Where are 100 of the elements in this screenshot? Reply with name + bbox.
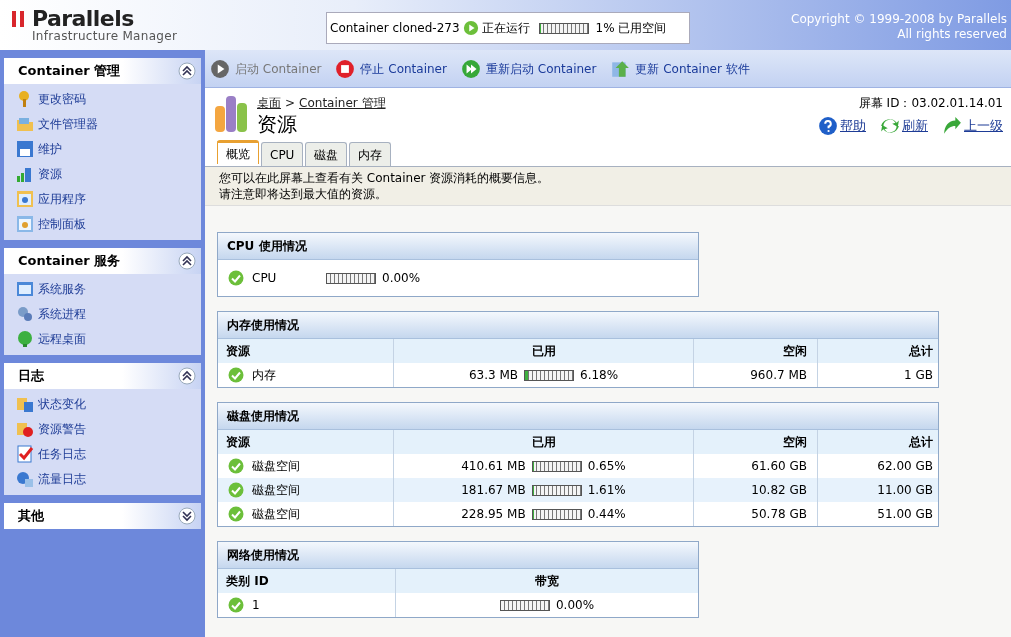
toolbar-button[interactable]: 更新 Container 软件 bbox=[610, 58, 750, 79]
check-icon bbox=[228, 597, 244, 613]
brand-name: Parallels bbox=[32, 8, 134, 30]
column-header: 空闲 bbox=[783, 434, 807, 451]
usage-percent: 0.00% bbox=[555, 597, 595, 614]
section-title: Container 服务 bbox=[18, 252, 121, 271]
column-header: 已用 bbox=[531, 434, 556, 451]
sidebar-link[interactable]: 资源警告 bbox=[4, 416, 201, 441]
tab[interactable]: CPU bbox=[261, 142, 304, 166]
used-value: 228.95 MB bbox=[461, 506, 526, 523]
resource-name: 磁盘空间 bbox=[252, 482, 300, 499]
table-cell-text: 51.00 GB bbox=[877, 506, 933, 523]
sidebar-link[interactable]: 远程桌面 bbox=[4, 326, 201, 351]
collapse-icon[interactable] bbox=[178, 367, 196, 385]
section-title: 日志 bbox=[18, 367, 44, 386]
usage-percent: 0.00% bbox=[382, 270, 421, 287]
collapse-icon[interactable] bbox=[178, 62, 196, 80]
tab[interactable]: 概览 bbox=[217, 140, 259, 164]
sidebar-link[interactable]: 文件管理器 bbox=[4, 111, 201, 136]
sidebar-link[interactable]: 任务日志 bbox=[4, 441, 201, 466]
usage-percent: 1.61% bbox=[587, 482, 626, 499]
action-link[interactable]: 帮助 bbox=[818, 116, 866, 136]
play-icon bbox=[462, 20, 479, 36]
tab[interactable]: 内存 bbox=[349, 142, 392, 166]
resource-name: 磁盘空间 bbox=[252, 458, 300, 475]
expand-icon[interactable] bbox=[178, 507, 196, 525]
sidebar-link[interactable]: 资源 bbox=[4, 161, 201, 186]
breadcrumb-link[interactable]: 桌面 bbox=[257, 94, 281, 112]
check-icon bbox=[228, 458, 244, 474]
sidebar-link[interactable]: 控制面板 bbox=[4, 211, 201, 236]
window-icon bbox=[16, 214, 34, 233]
toolbar-button[interactable]: 停止 Container bbox=[335, 58, 447, 79]
resource-name: CPU bbox=[252, 270, 277, 287]
check-icon bbox=[228, 482, 244, 498]
check-icon bbox=[228, 270, 244, 286]
usage-percent: 0.65% bbox=[587, 458, 626, 475]
check-icon bbox=[228, 506, 244, 522]
status-text: 正在运行 bbox=[481, 20, 530, 37]
table-cell-text: 61.60 GB bbox=[751, 458, 807, 475]
column-header: 资源 bbox=[226, 434, 250, 451]
sidebar-link[interactable]: 应用程序 bbox=[4, 186, 201, 211]
tab[interactable]: 磁盘 bbox=[305, 142, 348, 166]
panel-title: 内存使用情况 bbox=[227, 317, 299, 334]
column-header: 总计 bbox=[909, 434, 933, 451]
table-cell-text: 50.78 GB bbox=[751, 506, 807, 523]
usage-percent: 0.44% bbox=[587, 506, 626, 523]
table-cell-text: 62.00 GB bbox=[877, 458, 933, 475]
used-value: 181.67 MB bbox=[461, 482, 526, 499]
column-header: 已用 bbox=[531, 343, 556, 360]
breadcrumb-link[interactable]: Container 管理 bbox=[299, 94, 386, 112]
upload-icon bbox=[610, 58, 631, 79]
toolbar-button[interactable]: 重新启动 Container bbox=[460, 58, 597, 79]
container-name: Container cloned-273 bbox=[330, 20, 460, 37]
collapse-icon[interactable] bbox=[178, 252, 196, 270]
section-title: Container 管理 bbox=[18, 62, 121, 81]
column-header: 类别 ID bbox=[226, 573, 269, 590]
column-header: 空闲 bbox=[783, 343, 807, 360]
used-value: 410.61 MB bbox=[461, 458, 526, 475]
table-cell-text: 1 GB bbox=[904, 367, 933, 384]
panel-title: 磁盘使用情况 bbox=[227, 408, 299, 425]
table-cell-text: 11.00 GB bbox=[877, 482, 933, 499]
resource-name: 内存 bbox=[252, 367, 276, 384]
screen-id: 屏幕 ID：03.02.01.14.01 bbox=[858, 95, 1003, 112]
copyright-text: Copyright © 1999-2008 by Parallels bbox=[791, 12, 1007, 27]
used-value: 63.3 MB bbox=[468, 367, 518, 384]
page-title: 资源 bbox=[257, 112, 298, 136]
action-link[interactable]: 上一级 bbox=[942, 116, 1003, 136]
table-cell-text: 960.7 MB bbox=[750, 367, 807, 384]
breadcrumb-separator: > bbox=[285, 95, 296, 112]
sidebar-link[interactable]: 更改密码 bbox=[4, 86, 201, 111]
panel-title: 网络使用情况 bbox=[227, 547, 299, 564]
column-header: 总计 bbox=[909, 343, 933, 360]
usage-percent: 6.18% bbox=[580, 367, 619, 384]
sidebar-link[interactable]: 流量日志 bbox=[4, 466, 201, 491]
copyright-text: All rights reserved bbox=[897, 27, 1007, 42]
stop-icon bbox=[335, 58, 356, 79]
usage-text: 1% 已用空间 bbox=[595, 20, 667, 37]
action-link[interactable]: 刷新 bbox=[880, 116, 928, 136]
column-header: 资源 bbox=[226, 343, 250, 360]
resource-name: 磁盘空间 bbox=[252, 506, 300, 523]
product-name: Infrastructure Manager bbox=[31, 30, 178, 43]
info-text: 您可以在此屏幕上查看有关 Container 资源消耗的概要信息。 bbox=[219, 170, 551, 186]
help-icon bbox=[818, 116, 838, 136]
info-text: 请注意即将达到最大值的资源。 bbox=[219, 186, 388, 202]
section-title: 其他 bbox=[18, 507, 44, 526]
sidebar-link[interactable]: 系统进程 bbox=[4, 301, 201, 326]
up-arrow-icon bbox=[942, 116, 962, 136]
services-window-icon bbox=[16, 279, 34, 298]
column-header: 带宽 bbox=[535, 573, 559, 590]
sidebar-link[interactable]: 维护 bbox=[4, 136, 201, 161]
checklist-icon bbox=[16, 444, 34, 463]
play-icon bbox=[210, 58, 230, 79]
table-cell-text: 10.82 GB bbox=[751, 482, 807, 499]
fast-forward-icon bbox=[460, 58, 481, 79]
panel-title: CPU 使用情况 bbox=[227, 238, 307, 255]
sidebar-link[interactable]: 系统服务 bbox=[4, 276, 201, 301]
resource-name: 1 bbox=[252, 597, 260, 614]
sidebar-link[interactable]: 状态变化 bbox=[4, 391, 201, 416]
check-icon bbox=[228, 367, 244, 383]
refresh-icon bbox=[880, 116, 900, 136]
